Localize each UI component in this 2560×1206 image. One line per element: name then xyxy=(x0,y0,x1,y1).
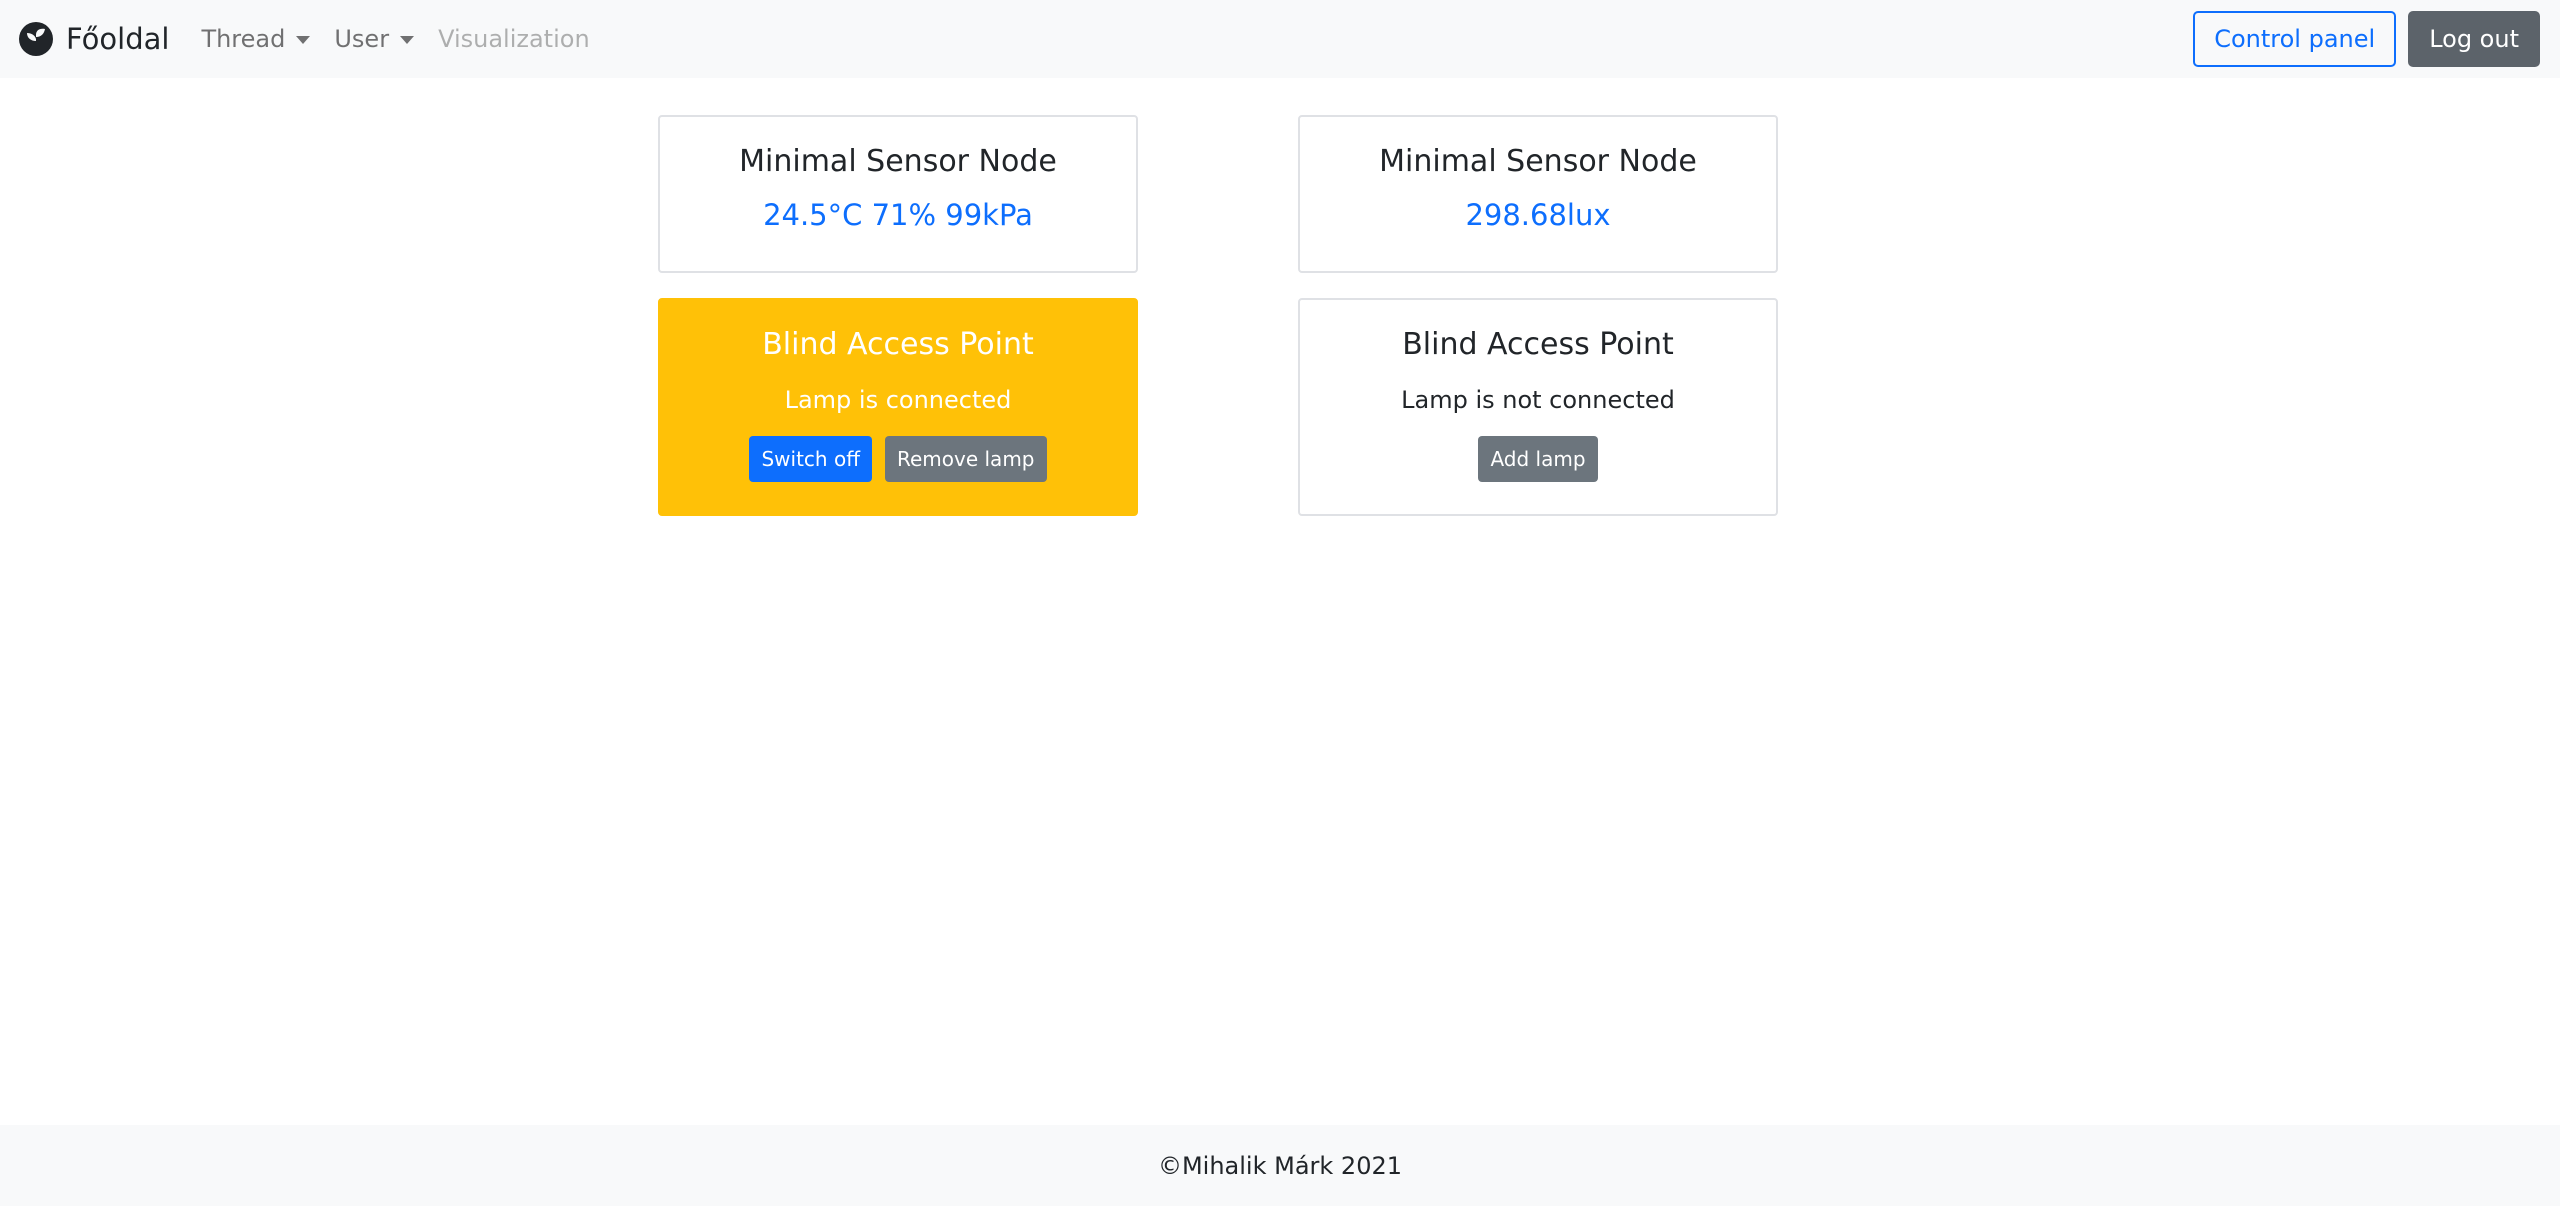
access-point-card-1: Blind Access Point Lamp is connected Swi… xyxy=(658,298,1138,516)
nav-user-dropdown[interactable]: User xyxy=(334,25,415,53)
copyright-text: ©Mihalik Márk 2021 xyxy=(1157,1151,1403,1180)
access-point-1-status: Lamp is connected xyxy=(784,386,1012,414)
sensor-node-1-title: Minimal Sensor Node xyxy=(739,144,1057,179)
nav-visualization-label: Visualization xyxy=(438,25,590,53)
nav-visualization-link: Visualization xyxy=(438,25,590,53)
remove-lamp-button[interactable]: Remove lamp xyxy=(884,436,1047,482)
switch-off-button[interactable]: Switch off xyxy=(749,436,872,482)
brand-link[interactable]: Főoldal xyxy=(18,21,169,57)
logout-button[interactable]: Log out xyxy=(2408,11,2540,67)
chevron-down-icon xyxy=(296,36,311,44)
access-point-1-title: Blind Access Point xyxy=(762,327,1034,362)
access-point-2-status: Lamp is not connected xyxy=(1401,386,1675,414)
access-point-card-2: Blind Access Point Lamp is not connected… xyxy=(1298,298,1778,516)
leaf-logo-icon xyxy=(18,21,54,57)
page-footer: ©Mihalik Márk 2021 xyxy=(0,1125,2560,1206)
nav-thread-dropdown[interactable]: Thread xyxy=(201,25,311,53)
access-point-1-actions: Switch off Remove lamp xyxy=(660,436,1136,482)
add-lamp-button[interactable]: Add lamp xyxy=(1478,436,1598,482)
navbar-actions: Control panel Log out xyxy=(2193,11,2542,67)
nav-thread-label: Thread xyxy=(201,25,286,53)
top-navbar: Főoldal Thread User Visualization Contro… xyxy=(0,0,2560,78)
access-point-2-actions: Add lamp xyxy=(1300,436,1776,482)
sensor-node-1-reading: 24.5°C 71% 99kPa xyxy=(763,198,1033,232)
sensor-node-2-reading: 298.68lux xyxy=(1465,198,1611,232)
sensor-node-card-1: Minimal Sensor Node 24.5°C 71% 99kPa xyxy=(658,115,1138,273)
chevron-down-icon xyxy=(400,36,415,44)
sensor-node-card-2: Minimal Sensor Node 298.68lux xyxy=(1298,115,1778,273)
control-panel-button[interactable]: Control panel xyxy=(2193,11,2397,67)
sensor-node-2-title: Minimal Sensor Node xyxy=(1379,144,1697,179)
brand-label: Főoldal xyxy=(66,22,170,56)
nav-user-label: User xyxy=(334,25,390,53)
access-point-2-title: Blind Access Point xyxy=(1402,327,1674,362)
